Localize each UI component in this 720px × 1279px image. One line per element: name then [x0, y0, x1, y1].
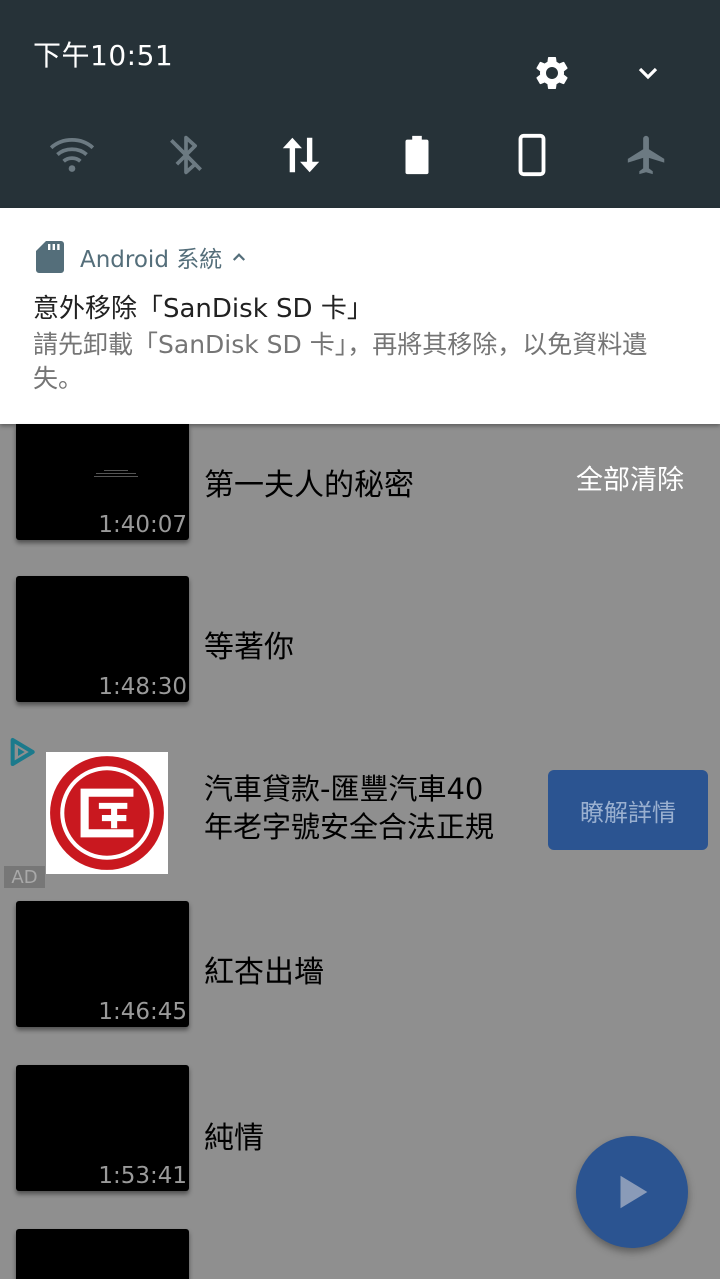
play-button[interactable]: [576, 1136, 688, 1248]
expand-shade-button[interactable]: [625, 50, 671, 96]
ad-title-line: 汽車貸款-匯豐汽車40: [204, 772, 484, 806]
video-duration: 1:53:41: [98, 1163, 187, 1189]
notification-app-name: Android 系統: [80, 247, 223, 273]
airplane-mode-icon: [627, 135, 665, 175]
quick-tiles-row: [0, 124, 720, 186]
list-item[interactable]: 1:40:07 第一夫人的秘密 全部清除: [0, 424, 720, 554]
sd-card-notification[interactable]: Android 系統 意外移除「SanDisk SD 卡」 請先卸載「SanDi…: [0, 208, 720, 424]
notification-header: Android 系統: [36, 240, 248, 274]
video-thumbnail[interactable]: 1:48:30: [16, 576, 189, 702]
list-item[interactable]: 1:46:45 紅杏出墻: [0, 901, 720, 1033]
video-thumbnail[interactable]: 1:53:41: [16, 1065, 189, 1191]
clear-all-button[interactable]: 全部清除: [576, 458, 684, 497]
ad-choices-icon[interactable]: [6, 736, 38, 768]
airplane-tile[interactable]: [616, 124, 678, 186]
chevron-down-icon: [638, 67, 658, 80]
notification-title: 意外移除「SanDisk SD 卡」: [33, 294, 373, 324]
advertiser-logo: [46, 752, 168, 874]
list-item[interactable]: 1:48:30 等著你: [0, 576, 720, 708]
ad-banner[interactable]: 汽車貸款-匯豐汽車40 年老字號安全合法正規 瞭解詳情 AD: [0, 730, 720, 890]
bluetooth-off-icon: [170, 135, 202, 175]
ad-badge: AD: [4, 866, 45, 888]
mobile-data-icon: [282, 137, 320, 173]
video-duration: 1:46:45: [98, 999, 187, 1025]
video-thumbnail[interactable]: [16, 1229, 189, 1279]
mobile-data-tile[interactable]: [270, 124, 332, 186]
video-title: 等著你: [204, 630, 294, 665]
wifi-icon: [49, 138, 95, 172]
bluetooth-tile[interactable]: [155, 124, 217, 186]
ad-title-line: 年老字號安全合法正規: [204, 810, 495, 844]
wifi-tile[interactable]: [41, 124, 103, 186]
battery-icon: [405, 135, 429, 175]
ad-learn-more-button[interactable]: 瞭解詳情: [548, 770, 708, 850]
video-title: 第一夫人的秘密: [204, 468, 414, 503]
sd-card-icon: [36, 241, 64, 273]
ad-title: 汽車貸款-匯豐汽車40 年老字號安全合法正規: [204, 770, 524, 846]
video-title: 紅杏出墻: [204, 955, 324, 990]
settings-button[interactable]: [529, 50, 575, 96]
video-title: 純情: [204, 1121, 264, 1156]
gear-icon: [536, 56, 568, 89]
play-icon: [620, 1175, 648, 1209]
video-thumbnail[interactable]: 1:46:45: [16, 901, 189, 1027]
chevron-up-icon[interactable]: [230, 248, 248, 266]
notification-body: 請先卸載「SanDisk SD 卡」，再將其移除，以免資料遺失。: [33, 330, 648, 393]
video-duration: 1:40:07: [98, 512, 187, 538]
video-duration: 1:48:30: [98, 674, 187, 700]
thumbnail-caption: [94, 470, 138, 477]
quick-settings-shade: 下午10:51: [0, 0, 720, 208]
battery-tile[interactable]: [386, 124, 448, 186]
screen-rotation-icon: [518, 133, 546, 177]
rotation-tile[interactable]: [501, 124, 563, 186]
video-thumbnail[interactable]: 1:40:07: [16, 424, 189, 540]
status-time: 下午10:51: [33, 39, 174, 72]
